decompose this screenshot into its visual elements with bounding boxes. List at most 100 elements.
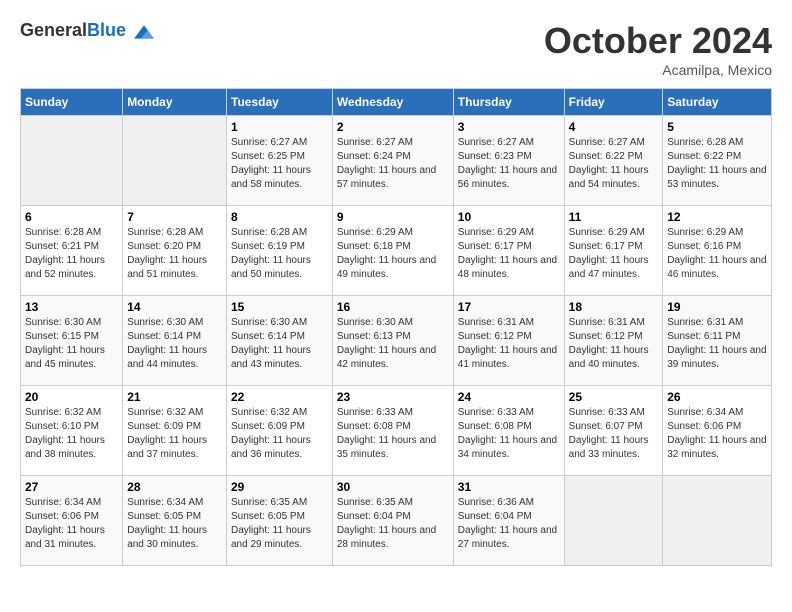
day-info: Sunrise: 6:33 AM Sunset: 6:08 PM Dayligh… bbox=[458, 406, 560, 462]
day-number: 31 bbox=[458, 480, 560, 494]
day-cell: 24 Sunrise: 6:33 AM Sunset: 6:08 PM Dayli… bbox=[453, 386, 564, 476]
day-cell: 18Sunrise: 6:31 AM Sunset: 6:12 PM Dayli… bbox=[564, 296, 663, 386]
day-cell: 29 Sunrise: 6:35 AM Sunset: 6:05 PM Dayli… bbox=[227, 476, 333, 566]
day-cell: 10Sunrise: 6:29 AM Sunset: 6:17 PM Dayli… bbox=[453, 206, 564, 296]
day-number: 14 bbox=[127, 300, 222, 314]
day-number: 15 bbox=[231, 300, 328, 314]
day-number: 23 bbox=[337, 390, 449, 404]
logo-general: General bbox=[20, 20, 87, 40]
logo-blue: Blue bbox=[87, 20, 126, 40]
day-info: Sunrise: 6:35 AM Sunset: 6:05 PM Dayligh… bbox=[231, 496, 328, 552]
day-info: Sunrise: 6:33 AM Sunset: 6:08 PM Dayligh… bbox=[337, 406, 449, 462]
day-number: 21 bbox=[127, 390, 222, 404]
day-info: Sunrise: 6:28 AM Sunset: 6:19 PM Dayligh… bbox=[231, 226, 328, 282]
day-number: 30 bbox=[337, 480, 449, 494]
day-number: 5 bbox=[667, 120, 767, 134]
day-number: 13 bbox=[25, 300, 118, 314]
title-block: October 2024 Acamilpa, Mexico bbox=[544, 20, 772, 78]
day-cell: 1 Sunrise: 6:27 AM Sunset: 6:25 PM Daylig… bbox=[227, 116, 333, 206]
day-info: Sunrise: 6:36 AM Sunset: 6:04 PM Dayligh… bbox=[458, 496, 560, 552]
location: Acamilpa, Mexico bbox=[544, 62, 772, 78]
day-number: 4 bbox=[569, 120, 659, 134]
day-number: 8 bbox=[231, 210, 328, 224]
day-info: Sunrise: 6:30 AM Sunset: 6:15 PM Dayligh… bbox=[25, 316, 118, 372]
day-info: Sunrise: 6:32 AM Sunset: 6:09 PM Dayligh… bbox=[231, 406, 328, 462]
day-cell: 25 Sunrise: 6:33 AM Sunset: 6:07 PM Dayli… bbox=[564, 386, 663, 476]
day-cell: 16 Sunrise: 6:30 AM Sunset: 6:13 PM Dayli… bbox=[332, 296, 453, 386]
day-number: 1 bbox=[231, 120, 328, 134]
day-cell: 13 Sunrise: 6:30 AM Sunset: 6:15 PM Dayli… bbox=[21, 296, 123, 386]
day-info: Sunrise: 6:31 AM Sunset: 6:12 PM Dayligh… bbox=[458, 316, 560, 372]
day-number: 22 bbox=[231, 390, 328, 404]
day-info: Sunrise: 6:30 AM Sunset: 6:14 PM Dayligh… bbox=[231, 316, 328, 372]
day-number: 24 bbox=[458, 390, 560, 404]
day-number: 6 bbox=[25, 210, 118, 224]
day-cell: 20Sunrise: 6:32 AM Sunset: 6:10 PM Dayli… bbox=[21, 386, 123, 476]
day-number: 2 bbox=[337, 120, 449, 134]
logo-icon bbox=[134, 22, 154, 42]
month-title: October 2024 bbox=[544, 20, 772, 62]
day-number: 9 bbox=[337, 210, 449, 224]
day-number: 3 bbox=[458, 120, 560, 134]
day-cell: 2 Sunrise: 6:27 AM Sunset: 6:24 PM Daylig… bbox=[332, 116, 453, 206]
day-info: Sunrise: 6:29 AM Sunset: 6:16 PM Dayligh… bbox=[667, 226, 767, 282]
day-number: 16 bbox=[337, 300, 449, 314]
day-cell: 9Sunrise: 6:29 AM Sunset: 6:18 PM Daylig… bbox=[332, 206, 453, 296]
day-info: Sunrise: 6:33 AM Sunset: 6:07 PM Dayligh… bbox=[569, 406, 659, 462]
day-cell: 15 Sunrise: 6:30 AM Sunset: 6:14 PM Dayli… bbox=[227, 296, 333, 386]
day-info: Sunrise: 6:27 AM Sunset: 6:23 PM Dayligh… bbox=[458, 136, 560, 192]
day-cell: 11 Sunrise: 6:29 AM Sunset: 6:17 PM Dayli… bbox=[564, 206, 663, 296]
day-cell: 6Sunrise: 6:28 AM Sunset: 6:21 PM Daylig… bbox=[21, 206, 123, 296]
day-info: Sunrise: 6:30 AM Sunset: 6:13 PM Dayligh… bbox=[337, 316, 449, 372]
day-cell bbox=[663, 476, 772, 566]
column-header-tuesday: Tuesday bbox=[227, 89, 333, 116]
day-cell: 30 Sunrise: 6:35 AM Sunset: 6:04 PM Dayli… bbox=[332, 476, 453, 566]
day-number: 25 bbox=[569, 390, 659, 404]
day-info: Sunrise: 6:31 AM Sunset: 6:11 PM Dayligh… bbox=[667, 316, 767, 372]
day-number: 29 bbox=[231, 480, 328, 494]
day-info: Sunrise: 6:34 AM Sunset: 6:06 PM Dayligh… bbox=[667, 406, 767, 462]
day-info: Sunrise: 6:34 AM Sunset: 6:05 PM Dayligh… bbox=[127, 496, 222, 552]
day-number: 19 bbox=[667, 300, 767, 314]
day-info: Sunrise: 6:27 AM Sunset: 6:24 PM Dayligh… bbox=[337, 136, 449, 192]
column-header-sunday: Sunday bbox=[21, 89, 123, 116]
day-cell: 8 Sunrise: 6:28 AM Sunset: 6:19 PM Daylig… bbox=[227, 206, 333, 296]
day-info: Sunrise: 6:30 AM Sunset: 6:14 PM Dayligh… bbox=[127, 316, 222, 372]
day-info: Sunrise: 6:35 AM Sunset: 6:04 PM Dayligh… bbox=[337, 496, 449, 552]
page-header: GeneralBlue October 2024 Acamilpa, Mexic… bbox=[20, 20, 772, 78]
day-info: Sunrise: 6:34 AM Sunset: 6:06 PM Dayligh… bbox=[25, 496, 118, 552]
day-info: Sunrise: 6:32 AM Sunset: 6:09 PM Dayligh… bbox=[127, 406, 222, 462]
day-number: 12 bbox=[667, 210, 767, 224]
day-cell: 14 Sunrise: 6:30 AM Sunset: 6:14 PM Dayli… bbox=[123, 296, 227, 386]
day-number: 11 bbox=[569, 210, 659, 224]
day-cell: 19 Sunrise: 6:31 AM Sunset: 6:11 PM Dayli… bbox=[663, 296, 772, 386]
logo: GeneralBlue bbox=[20, 20, 154, 42]
day-number: 18 bbox=[569, 300, 659, 314]
week-row-4: 20Sunrise: 6:32 AM Sunset: 6:10 PM Dayli… bbox=[21, 386, 772, 476]
day-cell: 31 Sunrise: 6:36 AM Sunset: 6:04 PM Dayli… bbox=[453, 476, 564, 566]
day-cell bbox=[123, 116, 227, 206]
day-info: Sunrise: 6:29 AM Sunset: 6:17 PM Dayligh… bbox=[569, 226, 659, 282]
week-row-5: 27Sunrise: 6:34 AM Sunset: 6:06 PM Dayli… bbox=[21, 476, 772, 566]
day-info: Sunrise: 6:29 AM Sunset: 6:17 PM Dayligh… bbox=[458, 226, 560, 282]
day-cell: 28 Sunrise: 6:34 AM Sunset: 6:05 PM Dayli… bbox=[123, 476, 227, 566]
day-cell: 12 Sunrise: 6:29 AM Sunset: 6:16 PM Dayli… bbox=[663, 206, 772, 296]
column-header-monday: Monday bbox=[123, 89, 227, 116]
day-number: 28 bbox=[127, 480, 222, 494]
week-row-2: 6Sunrise: 6:28 AM Sunset: 6:21 PM Daylig… bbox=[21, 206, 772, 296]
calendar-table: SundayMondayTuesdayWednesdayThursdayFrid… bbox=[20, 88, 772, 566]
day-cell bbox=[564, 476, 663, 566]
day-cell: 26Sunrise: 6:34 AM Sunset: 6:06 PM Dayli… bbox=[663, 386, 772, 476]
day-number: 17 bbox=[458, 300, 560, 314]
day-info: Sunrise: 6:27 AM Sunset: 6:25 PM Dayligh… bbox=[231, 136, 328, 192]
day-cell: 17 Sunrise: 6:31 AM Sunset: 6:12 PM Dayli… bbox=[453, 296, 564, 386]
column-header-friday: Friday bbox=[564, 89, 663, 116]
day-info: Sunrise: 6:32 AM Sunset: 6:10 PM Dayligh… bbox=[25, 406, 118, 462]
day-cell: 22 Sunrise: 6:32 AM Sunset: 6:09 PM Dayli… bbox=[227, 386, 333, 476]
column-header-saturday: Saturday bbox=[663, 89, 772, 116]
week-row-3: 13 Sunrise: 6:30 AM Sunset: 6:15 PM Dayli… bbox=[21, 296, 772, 386]
day-cell: 27Sunrise: 6:34 AM Sunset: 6:06 PM Dayli… bbox=[21, 476, 123, 566]
day-number: 7 bbox=[127, 210, 222, 224]
day-cell: 4Sunrise: 6:27 AM Sunset: 6:22 PM Daylig… bbox=[564, 116, 663, 206]
day-cell: 5Sunrise: 6:28 AM Sunset: 6:22 PM Daylig… bbox=[663, 116, 772, 206]
